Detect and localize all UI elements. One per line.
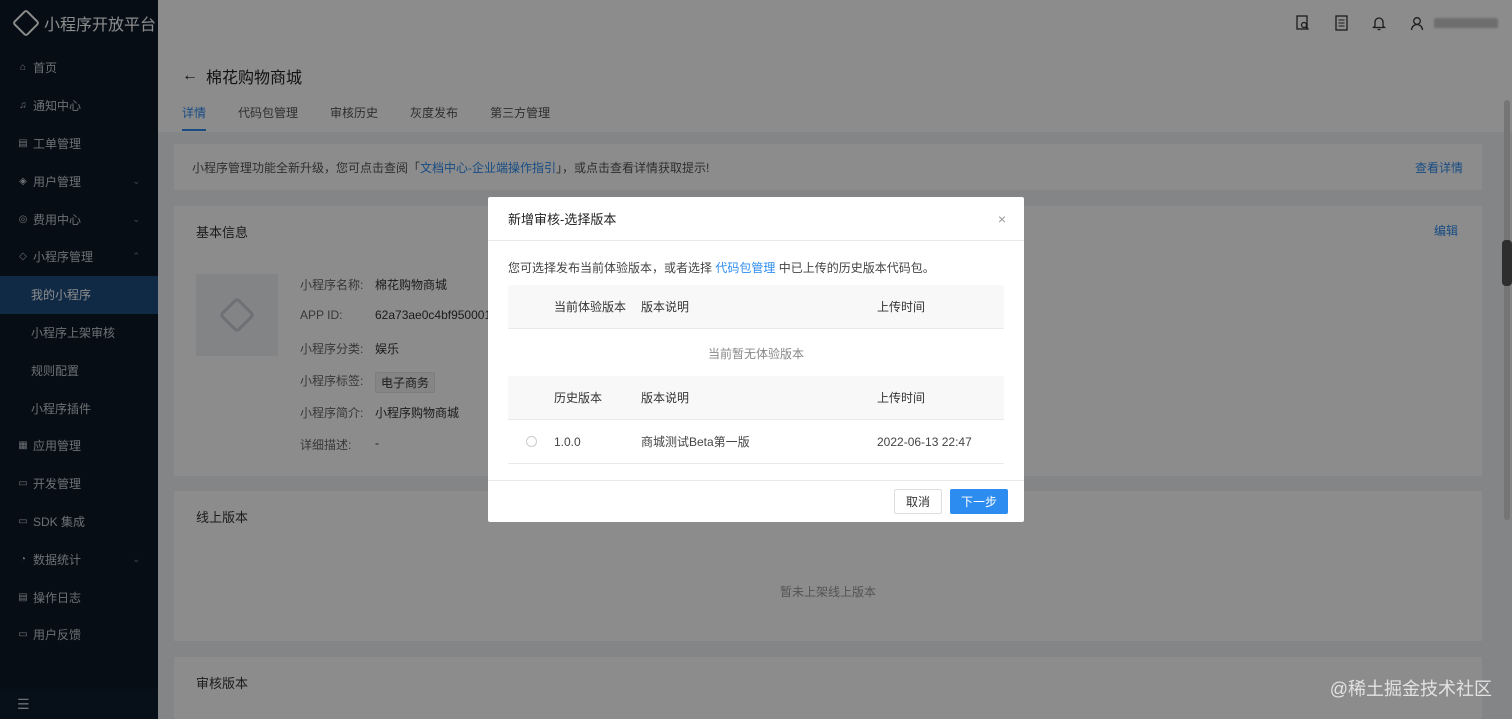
code-package-link[interactable]: 代码包管理 [715, 261, 775, 275]
col-current-version: 当前体验版本 [554, 300, 627, 314]
col-history-version: 历史版本 [554, 391, 603, 405]
modal-description: 您可选择发布当前体验版本，或者选择 代码包管理 中已上传的历史版本代码包。 [508, 259, 935, 276]
time-cell: 2022-06-13 22:47 [877, 434, 972, 449]
version-radio[interactable] [525, 436, 537, 447]
cancel-button[interactable]: 取消 [894, 489, 942, 514]
version-cell: 1.0.0 [554, 434, 581, 449]
col-description: 版本说明 [641, 391, 690, 405]
history-version-table: 历史版本 版本说明 上传时间 1.0.0 商城测试Beta第一版 2022-06… [508, 376, 1004, 464]
select-version-modal: 新增审核-选择版本 × 您可选择发布当前体验版本，或者选择 代码包管理 中已上传… [488, 197, 1024, 522]
col-upload-time: 上传时间 [877, 391, 926, 405]
current-version-table: 当前体验版本 版本说明 上传时间 当前暂无体验版本 [508, 285, 1004, 377]
modal-title: 新增审核-选择版本 [508, 212, 617, 227]
table-header: 历史版本 版本说明 上传时间 [508, 376, 1004, 420]
col-upload-time: 上传时间 [877, 300, 926, 314]
watermark: @稀土掘金技术社区 [1329, 679, 1492, 699]
col-description: 版本说明 [641, 300, 690, 314]
description-cell: 商城测试Beta第一版 [641, 435, 750, 449]
desc-prefix: 您可选择发布当前体验版本，或者选择 [508, 261, 716, 275]
current-empty-text: 当前暂无体验版本 [707, 346, 804, 361]
table-header: 当前体验版本 版本说明 上传时间 [508, 285, 1004, 329]
close-icon[interactable]: × [998, 211, 1006, 227]
next-step-button[interactable]: 下一步 [950, 489, 1008, 514]
desc-suffix: 中已上传的历史版本代码包。 [775, 261, 935, 275]
table-row[interactable]: 1.0.0 商城测试Beta第一版 2022-06-13 22:47 [508, 420, 1004, 464]
modal-footer: 取消 下一步 [488, 480, 1024, 522]
